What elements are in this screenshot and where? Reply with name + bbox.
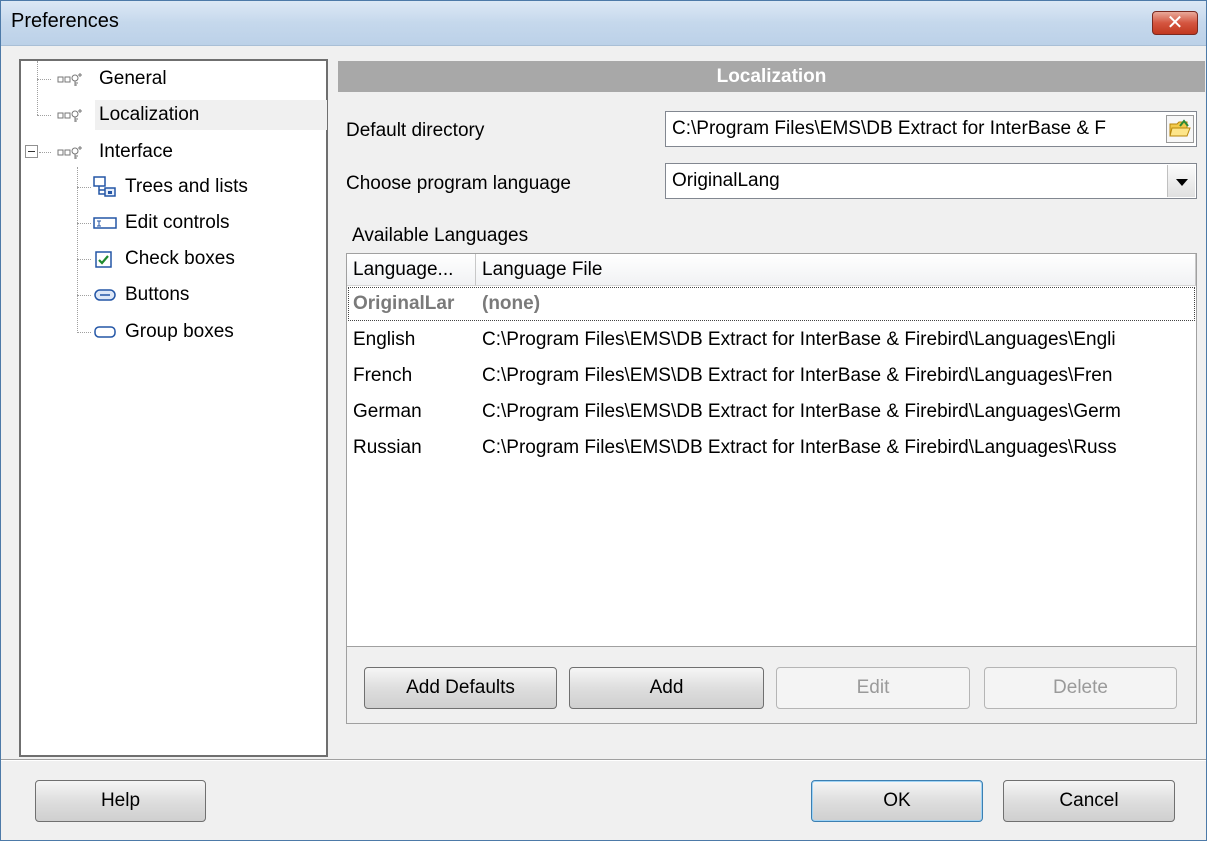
preferences-window: Preferences ✕ General Localization Inter…: [0, 0, 1207, 841]
list-item[interactable]: English C:\Program Files\EMS\DB Extract …: [347, 322, 1196, 358]
default-directory-value: C:\Program Files\EMS\DB Extract for Inte…: [672, 118, 1106, 139]
list-item[interactable]: German C:\Program Files\EMS\DB Extract f…: [347, 394, 1196, 430]
gear-key-icon: [57, 146, 82, 159]
footer-bar: Help OK Cancel: [1, 761, 1206, 840]
preferences-tree[interactable]: General Localization Interface Trees and…: [19, 59, 328, 757]
tree-item-label: Edit controls: [125, 212, 230, 233]
gear-key-icon: [57, 109, 82, 122]
column-header-language-file[interactable]: Language File: [476, 254, 1196, 286]
tree-item-label: Trees and lists: [125, 176, 248, 197]
tree-item-trees-and-lists[interactable]: Trees and lists: [21, 172, 326, 202]
tree-item-label: General: [99, 68, 167, 89]
open-folder-icon: [1169, 119, 1191, 137]
language-label: Choose program language: [346, 173, 571, 194]
language-file-cell: C:\Program Files\EMS\DB Extract for Inte…: [482, 437, 1117, 458]
tree-item-group-boxes[interactable]: Group boxes: [21, 317, 326, 347]
language-cell: English: [353, 329, 416, 350]
language-file-cell: (none): [482, 293, 541, 314]
collapse-toggle[interactable]: [25, 145, 38, 158]
tree-item-label: Group boxes: [125, 321, 234, 342]
tree-item-check-boxes[interactable]: Check boxes: [21, 244, 326, 274]
minus-icon: [28, 151, 35, 152]
edit-button[interactable]: Edit: [776, 667, 970, 709]
language-cell: French: [353, 365, 413, 386]
browse-folder-button[interactable]: [1166, 115, 1194, 143]
title-bar: Preferences ✕: [1, 1, 1206, 46]
default-directory-label: Default directory: [346, 120, 485, 141]
tree-view-icon: [93, 176, 116, 197]
default-directory-field[interactable]: C:\Program Files\EMS\DB Extract for Inte…: [665, 111, 1197, 147]
panel-header: Localization: [338, 61, 1205, 92]
cancel-button[interactable]: Cancel: [1003, 780, 1175, 822]
groupbox-icon: [94, 326, 116, 338]
chevron-down-icon: [1176, 179, 1188, 186]
edit-control-icon: [93, 217, 117, 229]
language-cell: OriginalLar: [353, 293, 455, 314]
language-file-cell: C:\Program Files\EMS\DB Extract for Inte…: [482, 329, 1116, 350]
close-icon: ✕: [1166, 10, 1184, 34]
tree-item-general[interactable]: General: [21, 64, 326, 94]
delete-button[interactable]: Delete: [984, 667, 1177, 709]
list-item[interactable]: Russian C:\Program Files\EMS\DB Extract …: [347, 430, 1196, 466]
add-button[interactable]: Add: [569, 667, 764, 709]
tree-item-localization[interactable]: Localization: [21, 100, 327, 130]
tree-item-edit-controls[interactable]: Edit controls: [21, 208, 326, 238]
window-title: Preferences: [11, 10, 119, 32]
list-item[interactable]: OriginalLar (none): [347, 286, 1196, 322]
language-cell: Russian: [353, 437, 422, 458]
tree-item-label: Buttons: [125, 284, 190, 305]
available-languages-group: Language... Language File OriginalLar (n…: [346, 253, 1197, 724]
help-button[interactable]: Help: [35, 780, 206, 822]
language-cell: German: [353, 401, 422, 422]
tree-connector: [39, 152, 51, 153]
ok-button[interactable]: OK: [811, 780, 983, 822]
language-file-cell: C:\Program Files\EMS\DB Extract for Inte…: [482, 401, 1121, 422]
checkbox-icon: [95, 251, 112, 268]
dropdown-button[interactable]: [1167, 165, 1195, 197]
language-select[interactable]: OriginalLang: [665, 163, 1197, 199]
tree-item-label: Check boxes: [125, 248, 235, 269]
language-file-cell: C:\Program Files\EMS\DB Extract for Inte…: [482, 365, 1113, 386]
languages-list[interactable]: Language... Language File OriginalLar (n…: [347, 254, 1196, 647]
tree-item-buttons[interactable]: Buttons: [21, 280, 326, 310]
tree-item-interface[interactable]: Interface: [21, 137, 326, 167]
available-languages-label: Available Languages: [352, 225, 529, 246]
language-select-value: OriginalLang: [672, 170, 780, 191]
add-defaults-button[interactable]: Add Defaults: [364, 667, 557, 709]
column-header-language[interactable]: Language...: [347, 254, 476, 286]
tree-item-label: Interface: [99, 141, 173, 162]
close-button[interactable]: ✕: [1152, 10, 1198, 35]
list-item[interactable]: French C:\Program Files\EMS\DB Extract f…: [347, 358, 1196, 394]
tree-item-label: Localization: [95, 100, 327, 130]
button-icon: [94, 289, 116, 301]
gear-key-icon: [57, 73, 82, 86]
